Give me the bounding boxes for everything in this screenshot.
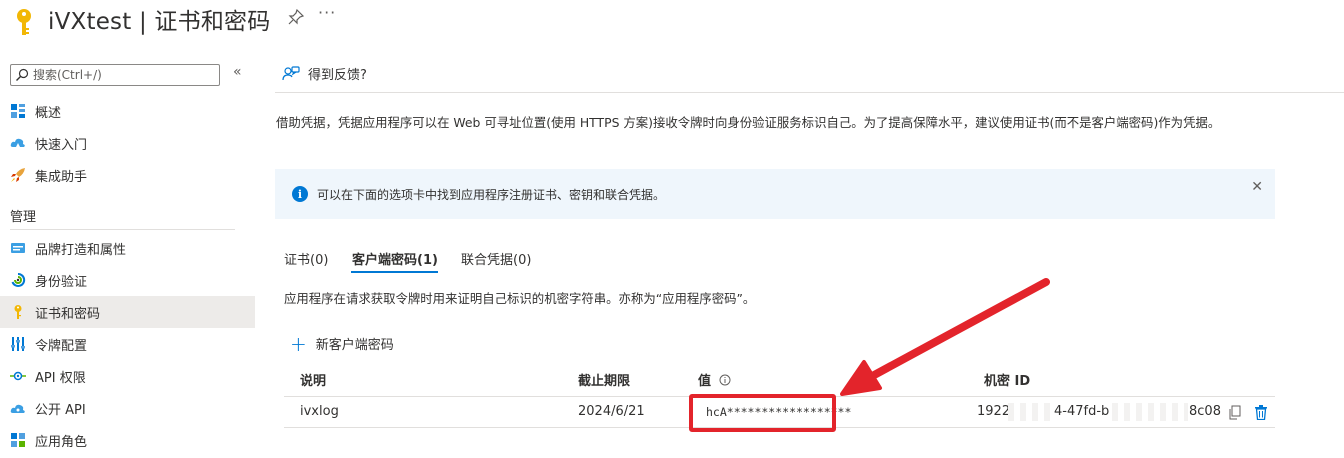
cell-description: ivxlog [300,404,339,419]
client-secrets-description: 应用程序在请求获取令牌时用来证明自己标识的机密字符串。亦称为“应用程序密码”。 [284,291,756,306]
branding-icon [10,240,26,256]
key-icon [10,304,26,320]
sidebar-item-overview[interactable]: 概述 [0,95,255,127]
sidebar-item-label: 快速入门 [35,137,88,153]
redaction-mask [1112,403,1188,421]
sidebar-item-token-configuration[interactable]: 令牌配置 [0,328,255,360]
cell-secret-id-mid: 4-47fd-b [1054,404,1110,419]
copy-icon[interactable] [1228,405,1242,420]
sidebar-item-label: 集成助手 [35,169,88,185]
info-circle-icon[interactable] [719,374,731,386]
column-header-description: 说明 [300,374,327,389]
sidebar-item-quickstart[interactable]: 快速入门 [0,127,255,159]
sidebar-item-certificates-secrets[interactable]: 证书和密码 [0,296,255,328]
column-header-value-label: 值 [698,374,712,389]
info-banner-text: 可以在下面的选项卡中找到应用程序注册证书、密钥和联合凭据。 [317,187,666,202]
feedback-button[interactable]: 得到反馈? [282,64,367,83]
plus-icon: + [290,331,307,356]
new-client-secret-label: 新客户端密码 [315,338,394,353]
sidebar-item-label: 令牌配置 [35,338,88,354]
sidebar-search[interactable] [10,64,220,86]
overview-icon [10,103,26,119]
active-tab-indicator [351,271,438,273]
column-header-value: 值 [698,370,731,389]
delete-icon[interactable] [1254,405,1268,420]
rocket-icon [10,167,26,183]
tab-client-secrets[interactable]: 客户端密码(1) [352,249,438,268]
sidebar-item-api-permissions[interactable]: API 权限 [0,360,255,392]
sidebar-item-authentication[interactable]: 身份验证 [0,264,255,296]
feedback-icon [282,65,300,80]
sidebar-divider [10,229,235,230]
authentication-icon [10,272,26,288]
collapse-sidebar-button[interactable]: « [233,64,242,80]
token-config-icon [10,336,26,352]
sidebar-item-label: 公开 API [35,402,86,418]
toolbar-divider [275,92,1344,93]
expose-api-cloud-icon [10,400,26,416]
sidebar-item-label: API 权限 [35,370,86,386]
close-icon[interactable]: ✕ [1251,179,1263,195]
sidebar-item-label: 证书和密码 [35,306,101,322]
page-title: iVXtest | 证书和密码 [48,9,271,35]
column-header-expires: 截止期限 [578,374,631,389]
tab-certificates[interactable]: 证书(0) [284,249,328,268]
sidebar-item-label: 概述 [35,105,62,121]
sidebar-item-label: 品牌打造和属性 [35,242,127,258]
more-options-button[interactable]: ··· [318,3,336,22]
sidebar-section-manage: 管理 [10,210,37,225]
feedback-label: 得到反馈? [308,68,367,83]
cell-expires: 2024/6/21 [578,404,645,419]
credentials-description: 借助凭据，凭据应用程序可以在 Web 可寻址位置(使用 HTTPS 方案)接收令… [276,115,1221,130]
sidebar-item-expose-api[interactable]: 公开 API [0,392,255,424]
key-app-icon [17,9,31,35]
annotation-highlight-box [689,394,836,432]
pin-icon[interactable] [288,9,304,25]
quickstart-cloud-icon [10,135,26,151]
annotation-arrow [840,278,1050,396]
api-permissions-icon [10,368,26,384]
search-input[interactable] [33,68,213,82]
sidebar-item-label: 应用角色 [35,434,88,450]
cell-secret-id-end: 8c08 [1189,404,1221,419]
new-client-secret-button[interactable]: + 新客户端密码 [290,331,394,356]
tab-federated-credentials[interactable]: 联合凭据(0) [461,249,531,268]
sidebar-item-branding[interactable]: 品牌打造和属性 [0,232,255,264]
search-icon [16,68,29,81]
info-banner: i 可以在下面的选项卡中找到应用程序注册证书、密钥和联合凭据。 ✕ [275,169,1275,219]
sidebar-item-integration-assistant[interactable]: 集成助手 [0,159,255,191]
sidebar-item-app-roles[interactable]: 应用角色 [0,424,255,456]
app-roles-icon [10,432,26,448]
sidebar-item-label: 身份验证 [35,274,88,290]
info-icon: i [292,186,308,202]
